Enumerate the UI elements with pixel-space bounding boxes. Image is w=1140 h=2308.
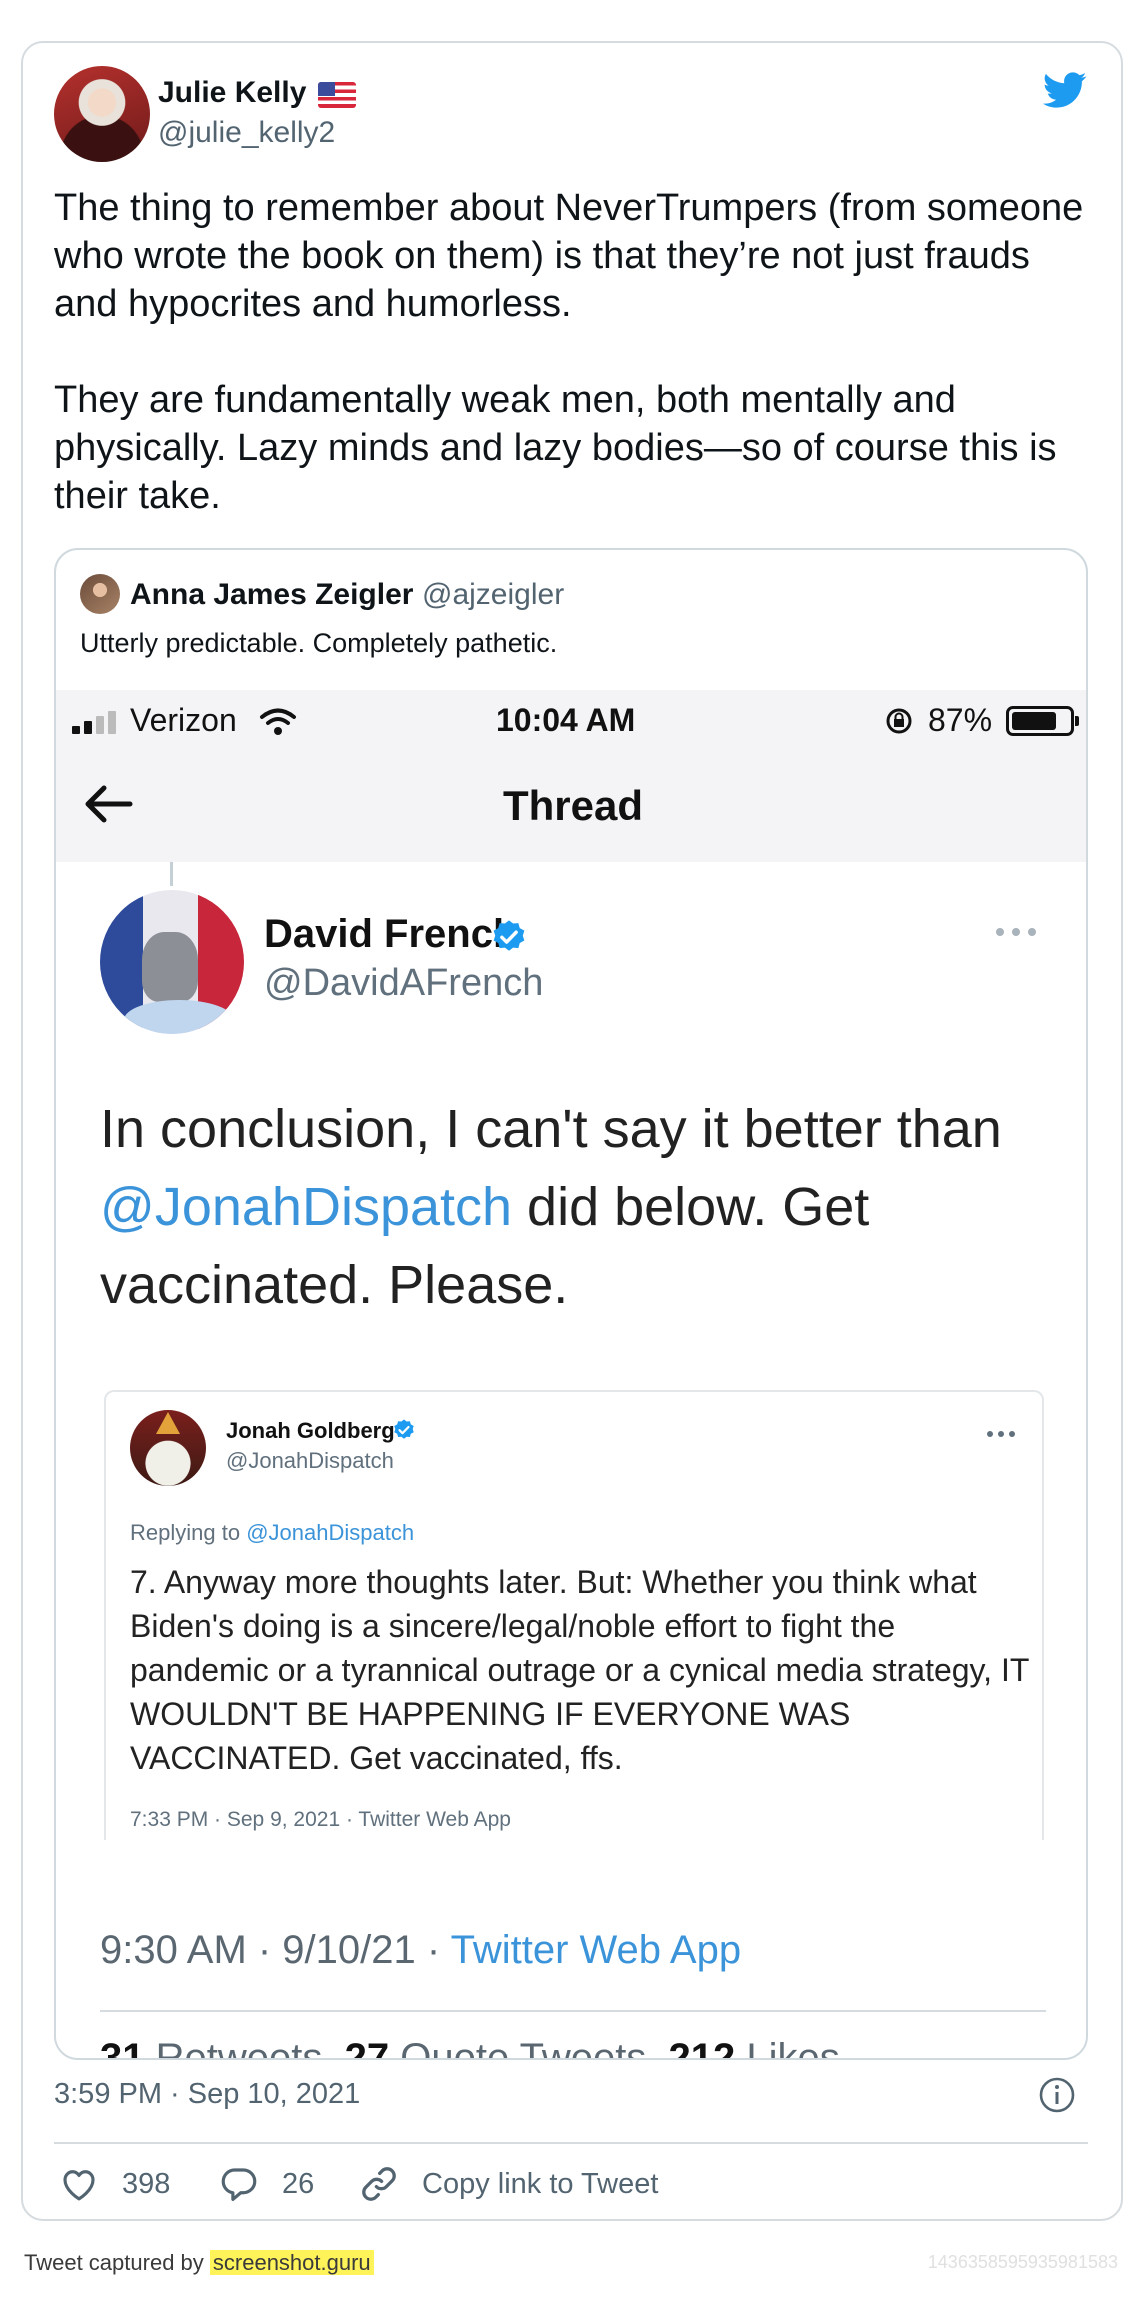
like-count-shot: 212 xyxy=(668,2036,736,2060)
link-icon xyxy=(362,2167,396,2201)
wifi-icon xyxy=(260,708,296,735)
signal-icon xyxy=(72,710,118,734)
info-icon[interactable] xyxy=(1038,2076,1076,2114)
replying-mention: @JonahDispatch xyxy=(246,1520,415,1545)
embedded-tweet: Jonah Goldberg @JonahDispatch Replying t… xyxy=(104,1390,1044,1840)
quote-text: Utterly predictable. Completely pathetic… xyxy=(80,628,558,658)
more-icon xyxy=(987,1431,1015,1437)
like-count: 398 xyxy=(122,2167,171,2200)
jonah-goldberg-text: 7. Anyway more thoughts later. But: Whet… xyxy=(130,1564,1029,1776)
quoted-tweet[interactable]: Anna James Zeigler @ajzeigler Utterly pr… xyxy=(54,548,1088,2060)
quote-tweet-label: Quote Tweets xyxy=(400,2036,647,2060)
replying-label: Replying to xyxy=(130,1520,247,1545)
df-meta-time: 9:30 AM · 9/10/21 · xyxy=(100,1928,451,1972)
author-handle[interactable]: @julie_kelly2 xyxy=(158,116,335,150)
attached-screenshot[interactable]: Verizon 10:04 AM 87% Thread David French… xyxy=(56,690,1086,2060)
thread-title: Thread xyxy=(502,782,644,829)
phone-clock: 10:04 AM xyxy=(496,702,636,738)
replying-to: Replying to @JonahDispatch xyxy=(130,1520,414,1546)
df-mention: @JonahDispatch xyxy=(100,1177,513,1237)
divider xyxy=(100,2010,1046,2012)
verified-icon xyxy=(394,1419,414,1439)
capture-label: Tweet captured by xyxy=(24,2250,210,2275)
reply-button[interactable]: 26 xyxy=(218,2144,314,2224)
reply-count: 26 xyxy=(282,2167,315,2200)
quote-author-name: Anna James Zeigler xyxy=(130,578,414,611)
david-french-handle: @DavidAFrench xyxy=(264,962,544,1004)
carrier-label: Verizon xyxy=(130,702,237,738)
retweet-count: 31 xyxy=(100,2036,145,2060)
twitter-bird-icon[interactable] xyxy=(1040,68,1090,112)
jonah-goldberg-meta: 7:33 PM · Sep 9, 2021 · Twitter Web App xyxy=(130,1808,511,1831)
like-label-shot: Likes xyxy=(746,2036,840,2060)
df-meta-app: Twitter Web App xyxy=(450,1928,742,1972)
quote-tweet-count: 27 xyxy=(344,2036,390,2060)
rotation-lock-icon xyxy=(886,708,912,734)
verified-icon xyxy=(493,920,525,951)
david-french-name: David French xyxy=(264,912,518,956)
david-french-stats: 31 Retweets 27 Quote Tweets 212 Likes xyxy=(100,2036,840,2060)
author-avatar[interactable] xyxy=(54,66,150,162)
author-name[interactable]: Julie Kelly xyxy=(158,76,306,110)
battery-percentage: 87% xyxy=(928,702,993,738)
battery-icon xyxy=(1006,706,1079,736)
df-text-part: In conclusion, I can't say it better tha… xyxy=(100,1099,1002,1159)
reply-icon xyxy=(221,2168,257,2201)
tweet-text: The thing to remember about NeverTrumper… xyxy=(54,187,1084,517)
david-french-meta: 9:30 AM · 9/10/21 · Twitter Web App xyxy=(100,1928,741,1973)
thread-connector xyxy=(170,862,173,886)
phone-status-bar: Verizon 10:04 AM 87% xyxy=(56,690,1086,746)
david-french-avatar xyxy=(100,890,244,1034)
us-flag-icon xyxy=(318,82,356,108)
jonah-goldberg-avatar xyxy=(130,1410,206,1486)
retweet-label: Retweets xyxy=(155,2036,323,2060)
brand-link[interactable]: screenshot.guru xyxy=(209,2250,374,2275)
tweet-timestamp[interactable]: 3:59 PM · Sep 10, 2021 xyxy=(54,2078,360,2111)
more-icon xyxy=(996,928,1036,936)
jonah-goldberg-name: Jonah Goldberg xyxy=(226,1418,395,1443)
copy-link-button[interactable]: Copy link to Tweet xyxy=(358,2144,658,2224)
thread-header: Thread xyxy=(56,746,1086,862)
copy-link-label: Copy link to Tweet xyxy=(422,2167,659,2200)
quote-author-avatar xyxy=(80,574,120,614)
tweet-id: 1436358595935981583 xyxy=(927,2252,1118,2272)
jonah-goldberg-handle: @JonahDispatch xyxy=(226,1448,394,1473)
quote-author-handle: @ajzeigler xyxy=(422,578,565,611)
capture-credit: Tweet captured by screenshot.guru xyxy=(24,2250,374,2276)
david-french-text: In conclusion, I can't say it better tha… xyxy=(100,1090,1060,1324)
like-button[interactable]: 398 xyxy=(58,2144,170,2224)
heart-icon xyxy=(63,2170,95,2201)
